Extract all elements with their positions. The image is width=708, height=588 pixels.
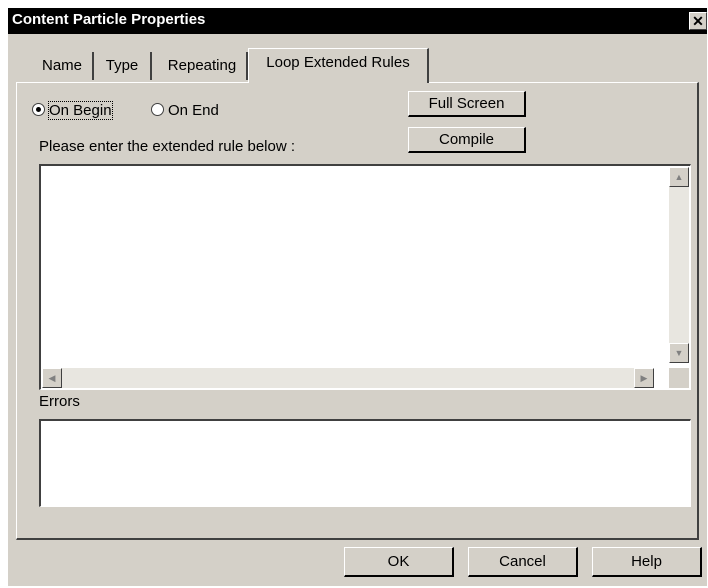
full-screen-button[interactable]: Full Screen [408, 91, 526, 117]
on-end-label: On End [168, 102, 219, 119]
compile-button[interactable]: Compile [408, 127, 526, 153]
radio-unchecked-icon [151, 103, 164, 116]
on-end-radio[interactable]: On End [151, 102, 219, 120]
rule-prompt-label: Please enter the extended rule below : [39, 138, 296, 155]
on-begin-radio[interactable]: On Begin [32, 101, 113, 120]
window-title: Content Particle Properties [12, 11, 206, 28]
ok-button[interactable]: OK [344, 547, 454, 577]
right-arrow-icon[interactable]: ▶ [634, 368, 654, 388]
on-begin-label: On Begin [48, 101, 113, 120]
left-arrow-icon[interactable]: ◀ [42, 368, 62, 388]
tab-repeating[interactable]: Repeating [158, 52, 248, 80]
title-bar: Content Particle Properties ✕ [8, 8, 707, 34]
tab-name[interactable]: Name [32, 52, 94, 80]
radio-checked-icon [32, 103, 45, 116]
horizontal-scrollbar[interactable]: ◀ ▶ [42, 368, 654, 388]
tab-loop-extended-rules[interactable]: Loop Extended Rules [248, 48, 429, 83]
errors-output [39, 419, 691, 507]
scrollbar-corner [669, 368, 689, 388]
vertical-scrollbar[interactable]: ▲ ▼ [669, 167, 689, 363]
help-button[interactable]: Help [592, 547, 702, 577]
extended-rule-editor[interactable]: ▲ ▼ ◀ ▶ [39, 164, 691, 390]
tab-type[interactable]: Type [94, 52, 152, 80]
down-arrow-icon[interactable]: ▼ [669, 343, 689, 363]
errors-label: Errors [39, 393, 80, 410]
up-arrow-icon[interactable]: ▲ [669, 167, 689, 187]
cancel-button[interactable]: Cancel [468, 547, 578, 577]
close-icon[interactable]: ✕ [689, 12, 707, 30]
content-particle-properties-dialog: Content Particle Properties ✕ Name Type … [8, 8, 707, 586]
